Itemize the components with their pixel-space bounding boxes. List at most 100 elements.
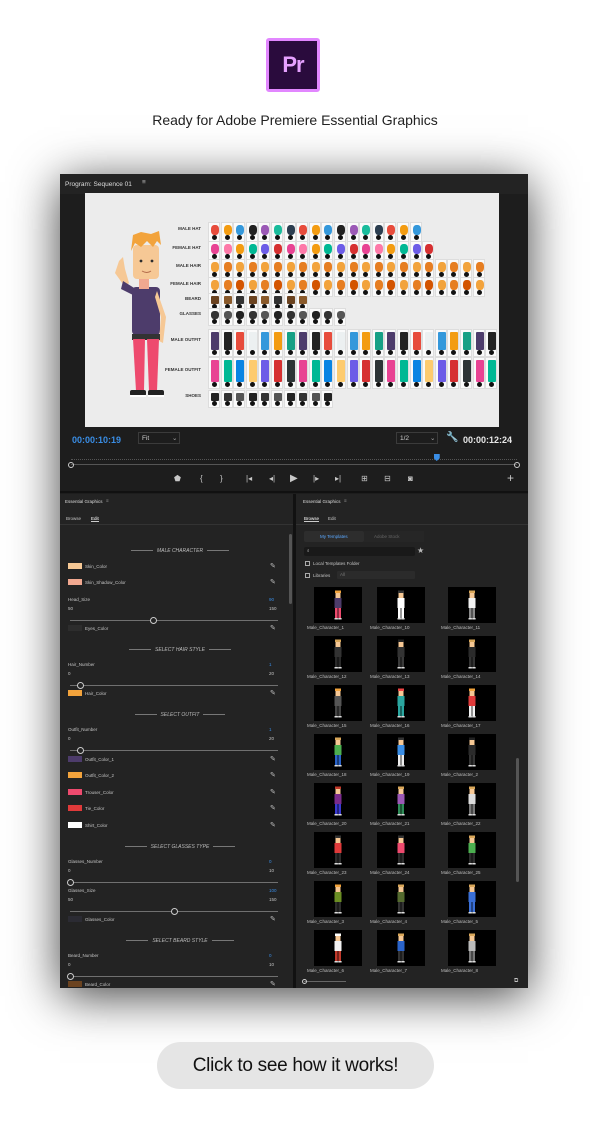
asset-cell[interactable] [296, 259, 309, 279]
eyedropper-icon[interactable]: ✎ [270, 578, 276, 586]
asset-cell[interactable] [434, 329, 447, 357]
asset-cell[interactable] [384, 329, 397, 357]
asset-cell[interactable] [409, 241, 422, 261]
panel-menu-icon[interactable]: ≡ [142, 179, 146, 186]
lift-icon[interactable]: ⊞ [361, 474, 368, 483]
timeline-scrubber[interactable] [68, 454, 520, 468]
asset-cell[interactable] [321, 390, 334, 408]
asset-cell[interactable] [321, 357, 334, 389]
asset-cell[interactable] [208, 308, 220, 326]
asset-cell[interactable] [384, 222, 397, 242]
asset-cell[interactable] [422, 357, 435, 389]
asset-cell[interactable] [208, 357, 220, 389]
template-thumbnail[interactable] [314, 587, 362, 623]
in-handle[interactable] [68, 462, 74, 468]
eyedropper-icon[interactable]: ✎ [270, 624, 276, 632]
glasses-swatch[interactable] [68, 916, 82, 922]
eyedropper-icon[interactable]: ✎ [270, 915, 276, 923]
asset-cell[interactable] [271, 308, 283, 326]
asset-cell[interactable] [359, 357, 372, 389]
asset-cell[interactable] [245, 308, 258, 326]
asset-cell[interactable] [308, 277, 321, 297]
asset-cell[interactable] [384, 241, 397, 261]
asset-cell[interactable] [460, 357, 472, 389]
asset-cell[interactable] [472, 259, 485, 279]
asset-cell[interactable] [334, 277, 346, 297]
add-marker-icon[interactable]: ⬟ [174, 474, 181, 483]
asset-cell[interactable] [220, 259, 233, 279]
asset-cell[interactable] [233, 241, 246, 261]
eg-right-tab-browse[interactable]: Browse [304, 516, 320, 522]
mark-out-icon[interactable]: } [220, 474, 223, 483]
asset-cell[interactable] [447, 357, 460, 389]
glasses-number-knob[interactable] [67, 879, 74, 886]
skin-shadow-swatch[interactable] [68, 579, 82, 585]
asset-cell[interactable] [308, 222, 321, 242]
asset-cell[interactable] [359, 259, 372, 279]
asset-cell[interactable] [296, 308, 309, 326]
asset-cell[interactable] [208, 329, 220, 357]
asset-cell[interactable] [283, 329, 296, 357]
asset-cell[interactable] [296, 357, 309, 389]
asset-cell[interactable] [258, 390, 271, 408]
outfit-number-knob[interactable] [77, 747, 85, 754]
asset-cell[interactable] [308, 390, 321, 408]
glasses-number-slider[interactable] [70, 882, 278, 883]
template-thumbnail[interactable] [314, 685, 362, 721]
trouser-swatch[interactable] [68, 789, 82, 795]
asset-cell[interactable] [208, 390, 220, 408]
out-handle[interactable] [514, 462, 520, 468]
asset-cell[interactable] [321, 222, 334, 242]
asset-cell[interactable] [283, 259, 296, 279]
asset-cell[interactable] [334, 241, 346, 261]
template-thumbnail[interactable] [448, 734, 496, 770]
resolution-select[interactable]: 1/2 ⌄ [396, 432, 438, 444]
asset-cell[interactable] [308, 259, 321, 279]
glasses-size-value[interactable]: 100 [269, 888, 277, 893]
play-icon[interactable]: ▶ [290, 473, 298, 484]
template-thumbnail[interactable] [377, 636, 425, 672]
asset-cell[interactable] [472, 329, 485, 357]
asset-cell[interactable] [409, 259, 422, 279]
asset-cell[interactable] [271, 222, 283, 242]
asset-cell[interactable] [220, 241, 233, 261]
eg-left-scrollbar[interactable] [289, 534, 292, 604]
asset-cell[interactable] [233, 308, 246, 326]
asset-cell[interactable] [245, 222, 258, 242]
asset-cell[interactable] [346, 277, 359, 297]
template-thumbnail[interactable] [377, 832, 425, 868]
head-size-value[interactable]: 90 [269, 597, 274, 602]
thumbnail-size-knob[interactable] [302, 979, 307, 984]
eyes-swatch[interactable] [68, 625, 82, 631]
adobe-stock-tab[interactable]: Adobe Stock [364, 531, 424, 542]
asset-cell[interactable] [397, 241, 409, 261]
go-to-out-icon[interactable]: ▸| [335, 474, 341, 483]
asset-cell[interactable] [371, 329, 384, 357]
eg-right-tab-edit[interactable]: Edit [328, 516, 336, 521]
beard-swatch[interactable] [68, 981, 82, 987]
template-thumbnail[interactable] [448, 930, 496, 966]
template-thumbnail[interactable] [377, 734, 425, 770]
asset-cell[interactable] [271, 329, 283, 357]
libraries-checkbox[interactable] [305, 573, 310, 578]
asset-cell[interactable] [296, 329, 309, 357]
asset-cell[interactable] [245, 357, 258, 389]
asset-cell[interactable] [371, 222, 384, 242]
template-thumbnail[interactable] [314, 930, 362, 966]
asset-cell[interactable] [220, 390, 233, 408]
asset-cell[interactable] [384, 357, 397, 389]
asset-cell[interactable] [258, 259, 271, 279]
outfit-number-value[interactable]: 1 [269, 727, 272, 732]
asset-cell[interactable] [346, 222, 359, 242]
eg-left-tab-edit[interactable]: Edit [91, 516, 99, 522]
asset-cell[interactable] [359, 241, 372, 261]
asset-cell[interactable] [245, 241, 258, 261]
template-thumbnail[interactable] [377, 930, 425, 966]
asset-cell[interactable] [422, 277, 435, 297]
shirt-swatch[interactable] [68, 822, 82, 828]
asset-cell[interactable] [359, 329, 372, 357]
add-button-icon[interactable]: + [507, 471, 514, 485]
asset-cell[interactable] [308, 329, 321, 357]
asset-cell[interactable] [371, 259, 384, 279]
asset-cell[interactable] [434, 259, 447, 279]
